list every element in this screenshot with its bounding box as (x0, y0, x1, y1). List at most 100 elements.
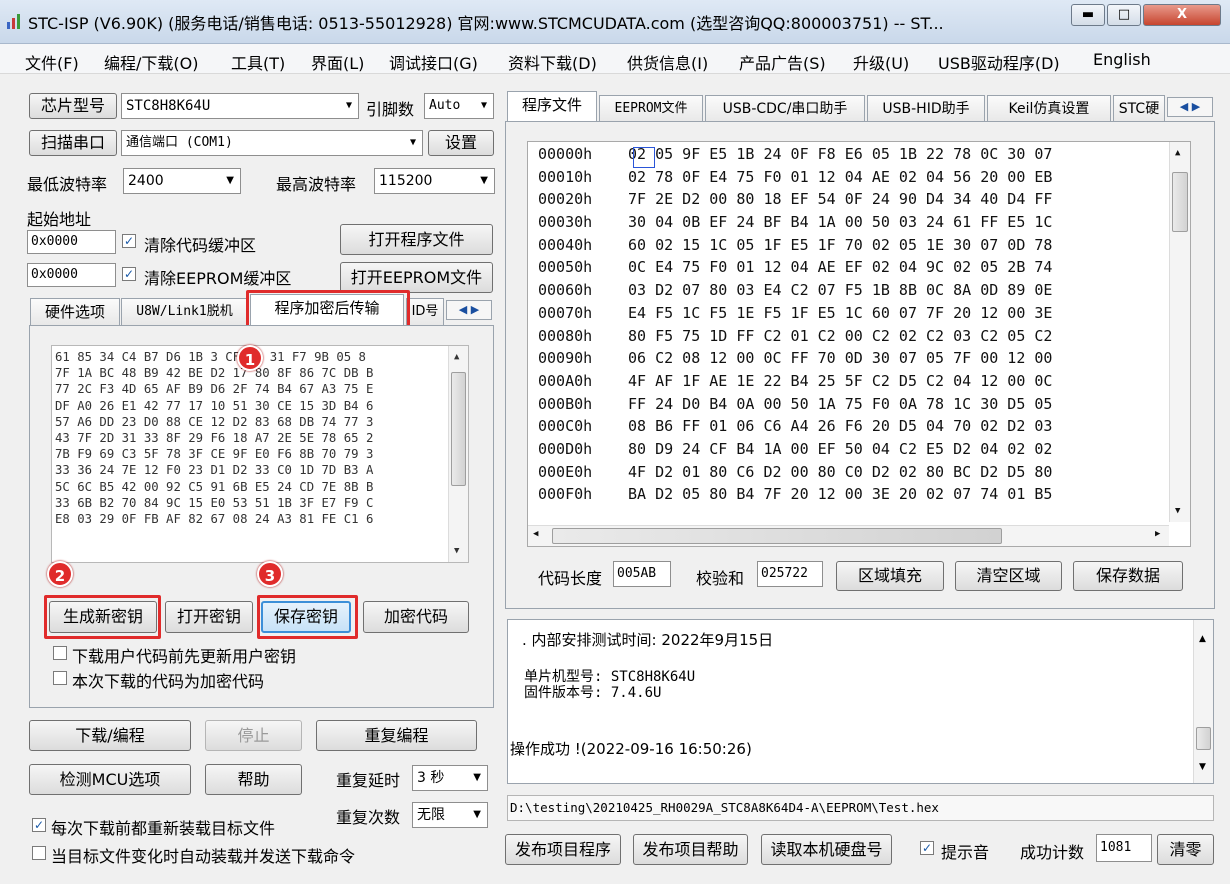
repeat-delay-select[interactable]: 3 秒 ▼ (412, 765, 488, 791)
hex-horizontal-scrollbar[interactable]: ◀ ▶ (528, 525, 1169, 546)
publish-help-button[interactable]: 发布项目帮助 (633, 834, 748, 865)
reload-checkbox[interactable]: ✓ (32, 818, 46, 832)
tab-program-file[interactable]: 程序文件 (507, 91, 597, 122)
publish-program-button[interactable]: 发布项目程序 (505, 834, 621, 865)
hex-vertical-scrollbar[interactable]: ▲ ▼ (1169, 142, 1190, 522)
clear-area-button[interactable]: 清空区域 (955, 561, 1062, 591)
repeat-delay-label: 重复延时 (336, 771, 401, 790)
arrow-down-icon[interactable]: ▼ (454, 546, 459, 556)
arrow-down-icon[interactable]: ▼ (1199, 762, 1206, 772)
tab-usb-hid[interactable]: USB-HID助手 (867, 95, 985, 123)
arrow-up-icon[interactable]: ▲ (1199, 634, 1206, 644)
max-baud-select[interactable]: 115200 ▼ (374, 168, 495, 194)
hex-row: 00090h 06 C2 08 12 00 0C FF 70 0D 30 07 0… (538, 349, 1190, 372)
menu-upgrade[interactable]: 升级(U) (853, 50, 909, 74)
maximize-button[interactable]: □ (1107, 4, 1141, 26)
hex-bytes: BA D2 05 80 B4 7F 20 12 00 3E 20 02 07 7… (628, 485, 1053, 504)
scroll-thumb[interactable] (1196, 727, 1211, 750)
read-disk-id-button[interactable]: 读取本机硬盘号 (761, 834, 892, 865)
hex-row: 000F0h BA D2 05 80 B4 7F 20 12 00 3E 20 0… (538, 485, 1190, 508)
menu-program[interactable]: 编程/下载(O) (104, 50, 198, 74)
right-tab-scroll-arrows[interactable]: ◀ ▶ (1167, 97, 1213, 117)
encrypted-code-checkbox[interactable] (53, 671, 67, 685)
settings-button[interactable]: 设置 (428, 130, 494, 156)
save-data-button[interactable]: 保存数据 (1073, 561, 1183, 591)
hex-row: 000D0h 80 D9 24 CF B4 1A 00 EF 50 04 C2 E… (538, 440, 1190, 463)
min-baud-select[interactable]: 2400 ▼ (123, 168, 241, 194)
clear-eeprom-checkbox[interactable]: ✓ (122, 267, 136, 281)
area-fill-button[interactable]: 区域填充 (836, 561, 944, 591)
menu-tools[interactable]: 工具(T) (231, 50, 285, 74)
tab-hardware-options[interactable]: 硬件选项 (30, 298, 120, 326)
max-baud-label: 最高波特率 (276, 175, 357, 194)
pin-count-select[interactable]: Auto ▼ (424, 93, 494, 119)
arrow-left-icon[interactable]: ◀ (1180, 100, 1188, 113)
arrow-right-icon[interactable]: ▶ (1155, 529, 1160, 539)
tab-u8w-offline[interactable]: U8W/Link1脱机 (121, 298, 248, 326)
arrow-down-icon[interactable]: ▼ (1175, 506, 1180, 516)
hex-view[interactable]: 00000h 02 05 9F E5 1B 24 0F F8 E6 05 1B 2… (527, 141, 1191, 547)
arrow-up-icon[interactable]: ▲ (454, 352, 459, 362)
minimize-button[interactable]: ▬ (1071, 4, 1105, 26)
tab-usb-cdc[interactable]: USB-CDC/串口助手 (705, 95, 865, 123)
update-key-label: 下载用户代码前先更新用户密钥 (72, 647, 297, 666)
menu-file[interactable]: 文件(F) (25, 50, 79, 74)
eeprom-address-input[interactable]: 0x0000 (27, 263, 116, 287)
app-icon (7, 14, 20, 29)
scroll-thumb[interactable] (1172, 172, 1188, 232)
tab-stc-hw[interactable]: STC硬 (1113, 95, 1165, 123)
check-mcu-button[interactable]: 检测MCU选项 (29, 764, 191, 795)
success-count-value: 1081 (1096, 834, 1152, 862)
arrow-up-icon[interactable]: ▲ (1175, 148, 1180, 158)
menu-debug[interactable]: 调试接口(G) (389, 50, 478, 74)
close-button[interactable]: X (1143, 4, 1221, 26)
key-line: 7B F9 69 C3 5F 78 3F CE 9F E0 F6 8B 70 7… (55, 447, 374, 462)
key-line: E8 03 29 0F FB AF 82 67 08 24 A3 81 FE C… (55, 511, 374, 526)
hex-row: 00040h 60 02 15 1C 05 1F E5 1F 70 02 05 1… (538, 236, 1190, 259)
auto-download-label: 当目标文件变化时自动装载并发送下载命令 (51, 847, 356, 866)
scroll-thumb-h[interactable] (552, 528, 1002, 544)
tab-scroll-arrows[interactable]: ◀ ▶ (446, 300, 492, 320)
title-bar: STC-ISP (V6.90K) (服务电话/销售电话: 0513-550129… (0, 0, 1230, 44)
update-key-checkbox[interactable] (53, 646, 67, 660)
encrypt-code-button[interactable]: 加密代码 (363, 601, 469, 633)
hex-address: 00020h (538, 190, 593, 209)
download-program-button[interactable]: 下载/编程 (29, 720, 191, 751)
port-select[interactable]: 通信端口 (COM1) ▼ (121, 130, 423, 156)
key-scrollbar[interactable]: ▲ ▼ (448, 346, 468, 562)
reprogram-button[interactable]: 重复编程 (316, 720, 477, 751)
menu-docs[interactable]: 资料下载(D) (508, 50, 597, 74)
arrow-right-icon[interactable]: ▶ (1192, 100, 1200, 113)
chip-model-select[interactable]: STC8H8K64U ▼ (121, 93, 359, 119)
menu-interface[interactable]: 界面(L) (311, 50, 364, 74)
auto-download-checkbox[interactable] (32, 846, 46, 860)
hex-address: 000B0h (538, 394, 593, 413)
scroll-thumb[interactable] (451, 372, 466, 486)
open-key-button[interactable]: 打开密钥 (165, 601, 253, 633)
chip-model-button[interactable]: 芯片型号 (29, 93, 117, 119)
log-scrollbar[interactable]: ▲ ▼ (1193, 620, 1213, 783)
arrow-right-icon[interactable]: ▶ (471, 303, 479, 316)
open-program-file-button[interactable]: 打开程序文件 (340, 224, 493, 255)
beep-checkbox[interactable]: ✓ (920, 841, 934, 855)
menu-ads[interactable]: 产品广告(S) (739, 50, 826, 74)
menu-supply[interactable]: 供货信息(I) (627, 50, 708, 74)
arrow-left-icon[interactable]: ◀ (459, 303, 467, 316)
open-eeprom-file-button[interactable]: 打开EEPROM文件 (340, 262, 493, 293)
repeat-count-select[interactable]: 无限 ▼ (412, 802, 488, 828)
chip-model-value: STC8H8K64U (126, 98, 211, 114)
menu-usb-driver[interactable]: USB驱动程序(D) (938, 50, 1060, 74)
stop-button[interactable]: 停止 (205, 720, 302, 751)
scan-port-button[interactable]: 扫描串口 (29, 130, 117, 156)
port-value: 通信端口 (COM1) (126, 135, 233, 150)
tab-keil-sim[interactable]: Keil仿真设置 (987, 95, 1111, 123)
clear-count-button[interactable]: 清零 (1157, 834, 1214, 865)
code-address-input[interactable]: 0x0000 (27, 230, 116, 254)
menu-english[interactable]: English (1093, 50, 1151, 69)
tab-eeprom-file[interactable]: EEPROM文件 (599, 95, 703, 123)
help-button[interactable]: 帮助 (205, 764, 302, 795)
hex-bytes: 80 F5 75 1D FF C2 01 C2 00 C2 02 C2 03 C… (628, 326, 1053, 345)
tab-id[interactable]: ID号 (406, 298, 444, 326)
arrow-left-icon[interactable]: ◀ (533, 529, 538, 539)
clear-code-checkbox[interactable]: ✓ (122, 234, 136, 248)
